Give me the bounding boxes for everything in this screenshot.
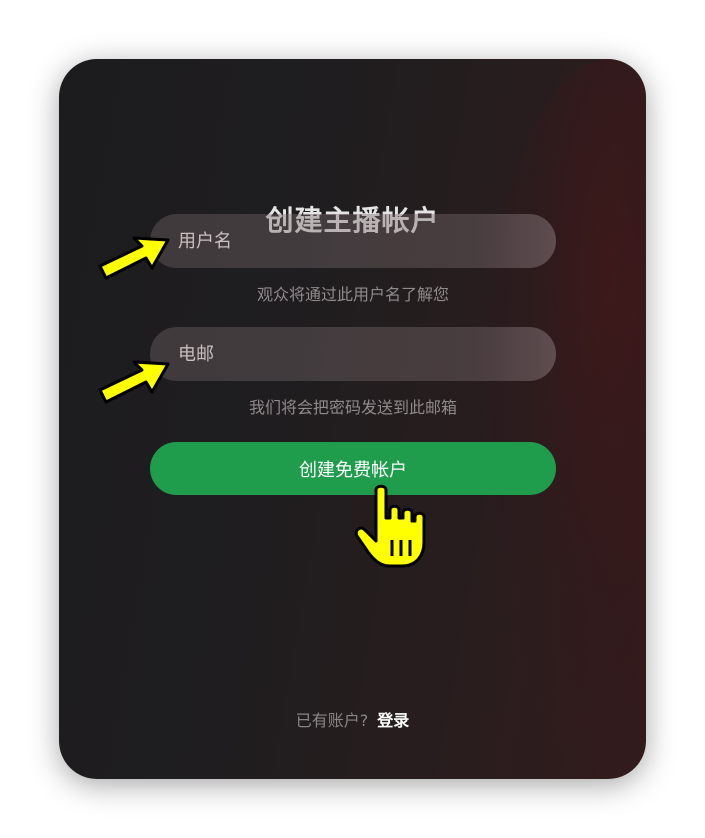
- pointer-arrow-icon: [98, 360, 170, 404]
- username-input[interactable]: [150, 214, 556, 268]
- pointer-arrow-icon: [98, 236, 170, 280]
- username-hint: 观众将通过此用户名了解您: [256, 285, 449, 304]
- email-hint: 我们将会把密码发送到此邮箱: [248, 398, 457, 417]
- login-prompt: 已有账户? 登录: [59, 707, 646, 731]
- page: 创建主播帐户 观众将通过此用户名了解您 我们将会把密码发送到此邮箱 创建免费帐户…: [0, 0, 705, 838]
- login-question: 已有账户?: [295, 711, 369, 730]
- signup-card: 创建主播帐户 观众将通过此用户名了解您 我们将会把密码发送到此邮箱 创建免费帐户…: [59, 59, 646, 779]
- hand-cursor-icon: [354, 484, 426, 568]
- create-account-button[interactable]: 创建免费帐户: [150, 442, 556, 495]
- login-link[interactable]: 登录: [377, 711, 409, 730]
- email-input[interactable]: [150, 327, 556, 381]
